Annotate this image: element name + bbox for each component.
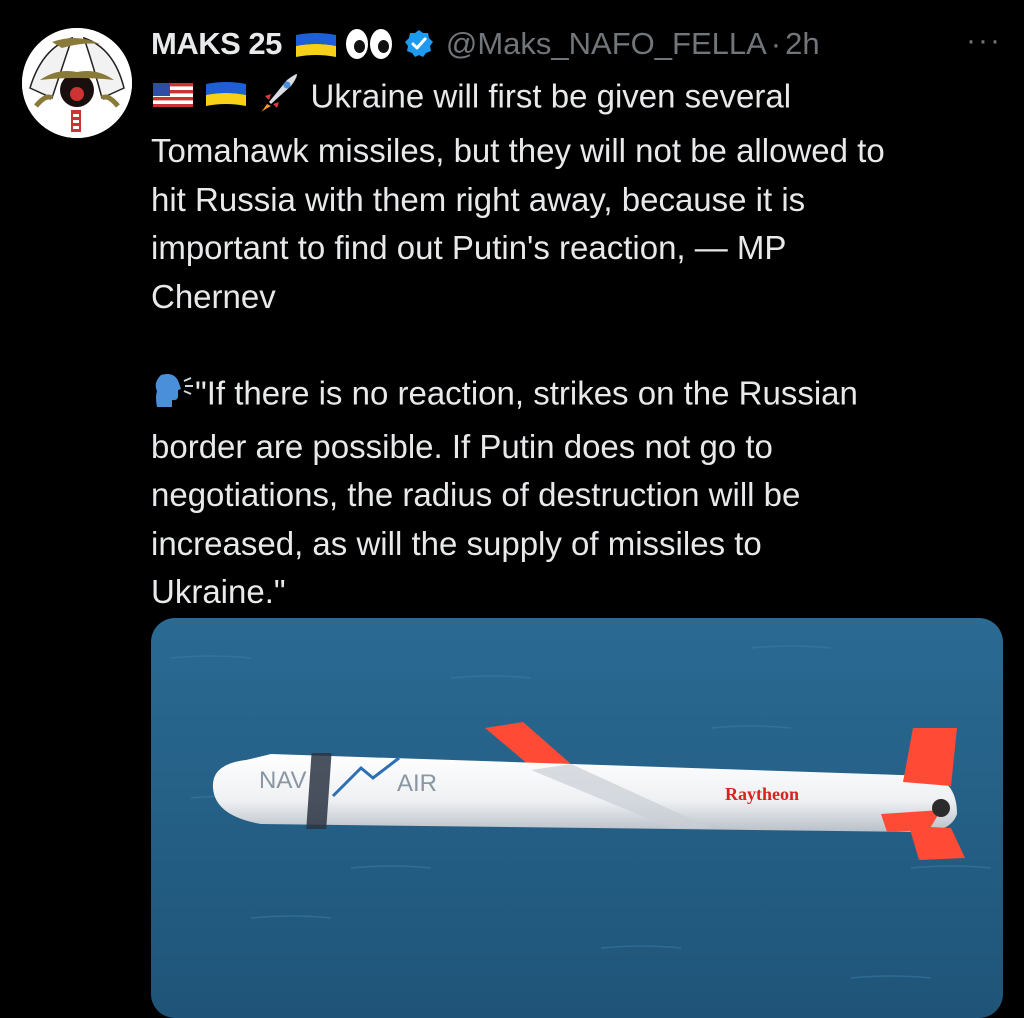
quote-rest: border are possible. If Putin does not g…: [151, 427, 801, 611]
user-handle[interactable]: @Maks_NAFO_FELLA: [446, 26, 767, 62]
quote-line1: "If there is no reaction, strikes on the…: [195, 374, 858, 412]
rocket-icon: [257, 70, 301, 127]
tweet-text-rest: Tomahawk missiles, but they will not be …: [151, 132, 885, 315]
separator-dot: ·: [770, 26, 782, 61]
tweet-text: Ukraine will first be given several Toma…: [151, 70, 1011, 616]
eyes-icon: [345, 29, 392, 59]
timestamp[interactable]: 2h: [785, 26, 819, 62]
tweet-header: MAKS 25 @Maks_NAFO_FELLA · 2h: [151, 22, 1004, 66]
avatar-image: [22, 28, 132, 138]
avatar[interactable]: [22, 28, 132, 138]
navair-label-left: NAV: [259, 767, 307, 794]
navair-label-right: AIR: [397, 770, 437, 797]
tweet-text-line1: Ukraine will first be given several: [310, 77, 792, 115]
speaking-head-icon: [151, 369, 195, 422]
tweet-media-image[interactable]: NAV AIR Raytheon: [151, 618, 1003, 1018]
more-icon[interactable]: ···: [966, 24, 1002, 58]
display-name[interactable]: MAKS 25: [151, 26, 282, 62]
us-flag-icon: [151, 75, 195, 123]
raytheon-label: Raytheon: [725, 784, 799, 804]
verified-badge-icon[interactable]: [404, 29, 434, 59]
ukraine-flag-icon: [295, 33, 336, 57]
ukraine-flag-icon: [204, 75, 248, 123]
missile-photo: NAV AIR Raytheon: [151, 618, 1003, 1018]
